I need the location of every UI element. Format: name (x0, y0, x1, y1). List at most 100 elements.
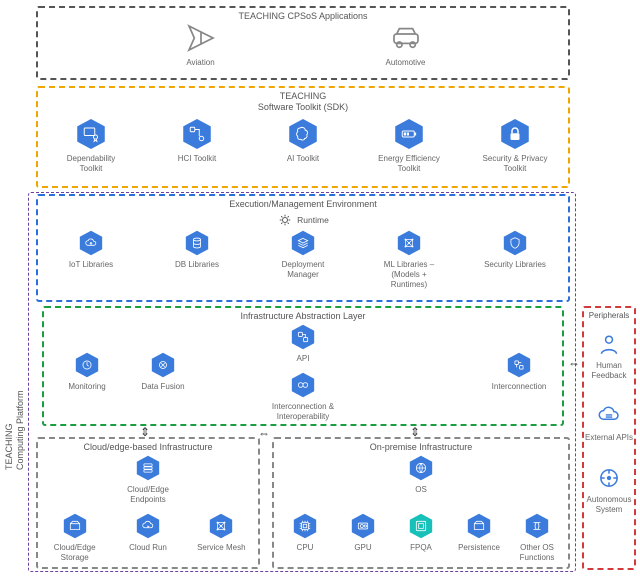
label-gpu: GPU (354, 543, 371, 553)
label-db-libraries: DB Libraries (175, 260, 219, 270)
onprem-title: On-premise Infrastructure (274, 439, 568, 453)
item-gpu: GPU (338, 513, 388, 553)
label-fpga: FPQA (410, 543, 432, 553)
label-cloud-run: Cloud Run (129, 543, 167, 553)
label-external-apis: External APIs (585, 433, 633, 443)
item-persistence: Persistence (454, 513, 504, 553)
item-ml-libraries: ML Libraries – (Models + Runtimes) (376, 230, 442, 290)
label-energy-toolkit: Energy Efficiency Toolkit (376, 154, 442, 174)
label-security-privacy-toolkit: Security & Privacy Toolkit (482, 154, 548, 174)
label-autonomous-system: Autonomous System (584, 495, 634, 515)
item-interconnection: Interconnection (486, 352, 552, 392)
shield-icon (502, 230, 528, 256)
label-ai-toolkit: AI Toolkit (287, 154, 319, 164)
runtime-label: Runtime (297, 215, 329, 225)
item-db-libraries: DB Libraries (164, 230, 230, 270)
arrow-abs-onprem: ⇕ (410, 425, 420, 439)
box-sdk: TEACHING Software Toolkit (SDK) Dependab… (36, 86, 570, 188)
label-api: API (297, 354, 310, 364)
cloud-upload-icon (78, 230, 104, 256)
autonomous-icon (596, 465, 622, 491)
item-ai-toolkit: AI Toolkit (270, 118, 336, 164)
item-os: OS (388, 455, 454, 495)
label-security-libraries: Security Libraries (484, 260, 546, 270)
sdk-title2: Software Toolkit (SDK) (38, 102, 568, 113)
label-iot-libraries: IoT Libraries (69, 260, 113, 270)
apps-title: TEACHING CPSoS Applications (38, 8, 568, 22)
servers-icon (135, 455, 161, 481)
mesh-icon (208, 513, 234, 539)
cloud-api-icon (596, 403, 622, 429)
item-cloud-edge-endpoints: Cloud/Edge Endpoints (115, 455, 181, 505)
monitor-icon (74, 352, 100, 378)
label-cloud-edge-storage: Cloud/Edge Storage (42, 543, 108, 563)
item-hci-toolkit: HCI Toolkit (164, 118, 230, 164)
functions-icon (524, 513, 550, 539)
flow-icon (181, 118, 213, 150)
item-cloud-run: Cloud Run (115, 513, 181, 553)
label-deployment-manager: Deployment Manager (270, 260, 336, 280)
item-dependability-toolkit: Dependability Toolkit (58, 118, 124, 174)
label-service-mesh: Service Mesh (197, 543, 245, 553)
cloud-title: Cloud/edge-based Infrastructure (38, 439, 258, 453)
label-automotive: Automotive (385, 58, 425, 68)
human-icon (596, 331, 622, 357)
abstraction-title: Infrastructure Abstraction Layer (44, 308, 562, 322)
item-service-mesh: Service Mesh (188, 513, 254, 553)
label-cpu: CPU (297, 543, 314, 553)
box-onprem: On-premise Infrastructure OS CPU GPU FPQA P… (272, 437, 570, 569)
fpga-icon (408, 513, 434, 539)
database-icon (184, 230, 210, 256)
label-interop: Interconnection & Interoperability (270, 402, 336, 422)
item-cloud-edge-storage: Cloud/Edge Storage (42, 513, 108, 563)
item-deployment-manager: Deployment Manager (270, 230, 336, 280)
battery-icon (393, 118, 425, 150)
item-automotive: Automotive (373, 22, 439, 68)
storage-icon (62, 513, 88, 539)
os-icon (408, 455, 434, 481)
network-icon (396, 230, 422, 256)
item-human-feedback: Human Feedback (584, 331, 634, 381)
box-env: Execution/Management Environment Runtime… (36, 194, 570, 302)
sdk-title1: TEACHING (38, 91, 568, 102)
persistence-icon (466, 513, 492, 539)
fusion-icon (150, 352, 176, 378)
item-external-apis: External APIs (584, 403, 634, 443)
item-security-privacy-toolkit: Security & Privacy Toolkit (482, 118, 548, 174)
item-cpu: CPU (280, 513, 330, 553)
item-data-fusion: Data Fusion (130, 352, 196, 392)
env-title: Execution/Management Environment (38, 196, 568, 210)
label-interconnection: Interconnection (492, 382, 547, 392)
item-iot-libraries: IoT Libraries (58, 230, 124, 270)
label-ml-libraries: ML Libraries – (Models + Runtimes) (376, 260, 442, 290)
cloud-run-icon (135, 513, 161, 539)
api-icon (290, 324, 316, 350)
certificate-icon (75, 118, 107, 150)
airplane-icon (185, 22, 217, 54)
box-peripherals: Peripherals Human Feedback External APIs A… (582, 306, 636, 570)
label-human-feedback: Human Feedback (584, 361, 634, 381)
cpu-icon (292, 513, 318, 539)
car-icon (390, 22, 422, 54)
label-os: OS (415, 485, 427, 495)
item-other-os-fn: Other OS Functions (512, 513, 562, 563)
item-aviation: Aviation (168, 22, 234, 68)
arrow-cloud-onprem: ⇔ (258, 426, 270, 440)
box-abstraction: Infrastructure Abstraction Layer API Mon… (42, 306, 564, 426)
item-fpga: FPQA (396, 513, 446, 553)
box-apps: TEACHING CPSoS Applications Aviation Auto… (36, 6, 570, 80)
padlock-icon (499, 118, 531, 150)
interconnection-icon (506, 352, 532, 378)
gpu-icon (350, 513, 376, 539)
item-autonomous-system: Autonomous System (584, 465, 634, 515)
gear-icon (277, 212, 293, 228)
deployment-icon (290, 230, 316, 256)
label-hci-toolkit: HCI Toolkit (178, 154, 217, 164)
side-label-line1: TEACHING (4, 290, 15, 470)
label-persistence: Persistence (458, 543, 500, 553)
label-other-os-fn: Other OS Functions (512, 543, 562, 563)
interop-icon (290, 372, 316, 398)
peripherals-title: Peripherals (584, 308, 634, 321)
item-interop: Interconnection & Interoperability (270, 372, 336, 422)
item-energy-toolkit: Energy Efficiency Toolkit (376, 118, 442, 174)
